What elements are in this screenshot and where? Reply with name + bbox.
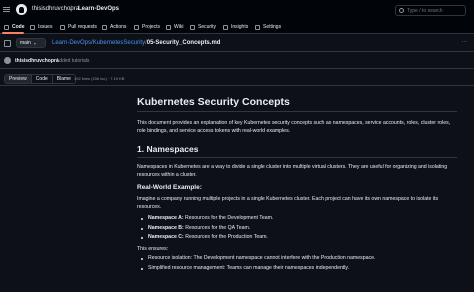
tab-projects[interactable]: Projects: [134, 22, 160, 32]
file-stats: 192 lines (156 loc) · 7.19 KB: [74, 76, 125, 81]
code-icon: [4, 24, 9, 30]
preview-button[interactable]: Preview: [5, 75, 32, 83]
commit-message[interactable]: Added tutorials: [56, 58, 89, 64]
blame-button[interactable]: Blame: [52, 75, 75, 83]
search-input[interactable]: [407, 7, 463, 14]
global-header: thisisdhruvchopra / Learn-DevOps: [0, 0, 474, 20]
namespaces-paragraph: Namespaces in Kubernetes are a way to di…: [137, 164, 448, 178]
tab-pull-requests[interactable]: Pull requests: [60, 22, 97, 32]
more-options-icon[interactable]: ···: [460, 39, 469, 47]
ensures-label: This ensures:: [137, 245, 169, 252]
wiki-icon: [166, 24, 171, 30]
tab-code[interactable]: Code: [4, 22, 25, 32]
path-link-folder[interactable]: KubernetesSecurity: [93, 40, 145, 46]
search-box[interactable]: [395, 5, 466, 16]
tab-wiki[interactable]: Wiki: [166, 22, 183, 32]
code-button[interactable]: Code: [31, 75, 53, 83]
issues-icon: [30, 24, 35, 30]
current-file-name: 05-Security_Concepts.md: [146, 40, 221, 46]
branch-select-button[interactable]: main ▾: [16, 38, 46, 48]
projects-icon: [134, 24, 139, 30]
breadcrumb-separator: /: [70, 6, 72, 12]
tab-settings[interactable]: Settings: [255, 22, 281, 32]
example-heading: Real-World Example:: [137, 184, 202, 191]
divider: [137, 111, 457, 112]
list-item: Simplified resource management: Teams ca…: [137, 264, 457, 274]
repo-nav: Code Issues Pull requests Actions Projec…: [0, 20, 474, 34]
ensures-list: Resource isolation: The Development name…: [137, 254, 457, 273]
tab-insights[interactable]: Insights: [223, 22, 248, 32]
list-item: Resource isolation: The Development name…: [137, 254, 457, 264]
shield-icon: [190, 24, 195, 30]
sidebar-toggle-icon[interactable]: [4, 40, 11, 47]
chevron-down-icon: ▾: [33, 40, 36, 46]
hamburger-menu-icon[interactable]: [2, 5, 11, 14]
actions-icon: [102, 24, 107, 30]
gear-icon: [255, 24, 260, 30]
example-paragraph: Imagine a company running multiple proje…: [137, 196, 439, 210]
avatar[interactable]: [4, 57, 11, 64]
intro-paragraph: This document provides an explanation of…: [137, 120, 451, 134]
tab-actions[interactable]: Actions: [102, 22, 126, 32]
graph-icon: [223, 24, 228, 30]
repo-name-link[interactable]: Learn-DevOps: [78, 6, 119, 12]
namespace-list: Namespace A: Resources for the Developme…: [137, 214, 457, 243]
active-tab-indicator: [2, 32, 24, 34]
section-heading-namespaces: 1. Namespaces: [137, 144, 199, 154]
file-path-breadcrumb: Learn-DevOps/KubernetesSecurity/05-Secur…: [52, 40, 221, 46]
list-item: Namespace A: Resources for the Developme…: [137, 214, 457, 224]
github-logo-icon[interactable]: [16, 4, 27, 15]
page-title: Kubernetes Security Concepts: [137, 96, 290, 108]
divider: [137, 157, 457, 158]
path-link-repo[interactable]: Learn-DevOps: [52, 40, 91, 46]
list-item: Namespace B: Resources for the QA Team.: [137, 224, 457, 234]
search-icon: [399, 8, 404, 13]
tab-issues[interactable]: Issues: [30, 22, 52, 32]
pull-request-icon: [60, 24, 65, 30]
view-mode-switch: Preview Code Blame: [4, 74, 76, 84]
commit-author-link[interactable]: thisisdhruvchopra: [15, 58, 59, 64]
list-item: Namespace C: Resources for the Productio…: [137, 233, 457, 243]
tab-security[interactable]: Security: [190, 22, 216, 32]
markdown-preview: Kubernetes Security Concepts This docume…: [137, 96, 457, 273]
